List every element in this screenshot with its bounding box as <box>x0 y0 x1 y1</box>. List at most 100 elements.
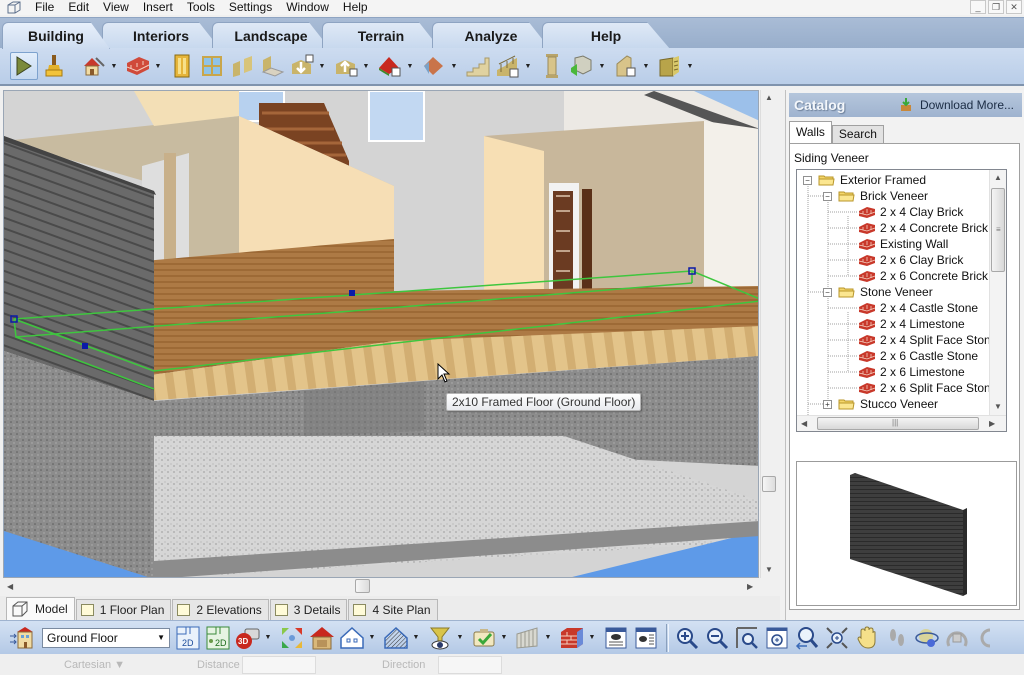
menu-view[interactable]: View <box>96 0 136 15</box>
tab-help[interactable]: Help <box>542 22 670 49</box>
brick-cube-button[interactable] <box>558 624 586 652</box>
tab-search[interactable]: Search <box>831 125 884 143</box>
foundation-tool-button[interactable] <box>612 52 640 80</box>
house-wizard-button[interactable] <box>80 52 108 80</box>
scroll-right-arrow-icon[interactable]: ▶ <box>989 419 995 428</box>
floor-manager-button[interactable] <box>8 624 36 652</box>
menu-tools[interactable]: Tools <box>180 0 222 15</box>
close-button[interactable]: ✕ <box>1006 0 1022 14</box>
viewport-vertical-scrollbar[interactable]: ▲ ▼ <box>760 90 777 578</box>
dropdown-arrow[interactable]: ▼ <box>598 63 606 70</box>
dropdown-arrow[interactable]: ▼ <box>362 63 370 70</box>
dropdown-arrow[interactable]: ▼ <box>500 634 508 641</box>
display-list-button[interactable] <box>632 624 660 652</box>
wall-opening-button[interactable] <box>228 52 256 80</box>
tree-folder[interactable]: + Stucco Veneer <box>823 396 938 412</box>
filter-eye-button[interactable] <box>426 624 454 652</box>
collapse-icon[interactable]: − <box>823 287 832 297</box>
collapse-icon[interactable]: − <box>803 175 812 185</box>
tree-folder[interactable]: − Brick Veneer <box>823 188 928 204</box>
walk-button[interactable] <box>883 624 911 652</box>
viewport-horizontal-scrollbar[interactable]: ◀ ▶ <box>3 578 777 595</box>
minimize-button[interactable]: _ <box>970 0 986 14</box>
restore-button[interactable]: ❐ <box>988 0 1004 14</box>
stairs-tool-button[interactable] <box>464 52 492 80</box>
tab-details[interactable]: 3 Details <box>269 599 348 620</box>
floor-tool-button[interactable] <box>258 52 286 80</box>
tree-item[interactable]: 2 x 6 Clay Brick <box>843 252 963 268</box>
roof-tool-button[interactable] <box>376 52 404 80</box>
railing-stairs-button[interactable] <box>494 52 522 80</box>
dropdown-arrow[interactable]: ▼ <box>450 63 458 70</box>
collapse-icon[interactable]: − <box>823 191 832 201</box>
tab-analyze[interactable]: Analyze <box>432 22 550 49</box>
wall-tool-button[interactable] <box>124 52 152 80</box>
menu-insert[interactable]: Insert <box>136 0 180 15</box>
tree-hscroll-thumb[interactable]: ||| <box>817 417 979 430</box>
scroll-left-arrow-icon[interactable]: ◀ <box>7 582 13 591</box>
expand-icon[interactable]: + <box>823 399 832 409</box>
dropdown-arrow[interactable]: ▼ <box>412 634 420 641</box>
floor-up-button[interactable] <box>332 52 360 80</box>
tab-model[interactable]: Model <box>6 597 75 620</box>
display-settings-button[interactable] <box>602 624 630 652</box>
tree-item[interactable]: 2 x 4 Split Face Stone <box>843 332 997 348</box>
tab-walls[interactable]: Walls <box>789 121 832 144</box>
house-outline-button[interactable] <box>338 624 366 652</box>
direction-field[interactable] <box>438 656 502 674</box>
select-tool-button[interactable] <box>10 52 38 80</box>
tree-vertical-scrollbar[interactable]: ▲ ≡ ▼ <box>989 170 1006 416</box>
paint-tool-button[interactable] <box>40 52 68 80</box>
tab-interiors[interactable]: Interiors <box>102 22 220 49</box>
dropdown-arrow[interactable]: ▼ <box>264 634 272 641</box>
scroll-thumb[interactable] <box>355 579 370 593</box>
dropdown-arrow[interactable]: ▼ <box>524 63 532 70</box>
menu-file[interactable]: File <box>28 0 61 15</box>
door-tool-button[interactable] <box>168 52 196 80</box>
scroll-up-arrow-icon[interactable]: ▲ <box>765 93 773 102</box>
zoom-window-button[interactable] <box>763 624 791 652</box>
distance-field[interactable] <box>242 656 316 674</box>
tree-item[interactable]: 2 x 4 Concrete Brick <box>843 220 988 236</box>
floor-down-button[interactable] <box>288 52 316 80</box>
selection-handle[interactable] <box>82 343 88 349</box>
tree-item[interactable]: 2 x 6 Split Face Stone <box>843 380 997 396</box>
deck-tool-button[interactable] <box>568 52 596 80</box>
house-hatch-button[interactable] <box>382 624 410 652</box>
selection-handle[interactable] <box>349 290 355 296</box>
dropdown-arrow[interactable]: ▼ <box>544 634 552 641</box>
dropdown-arrow[interactable]: ▼ <box>154 63 162 70</box>
tree-folder[interactable]: − Stone Veneer <box>823 284 933 300</box>
rotate-view-button[interactable] <box>943 624 971 652</box>
dollhouse-button[interactable] <box>308 624 336 652</box>
floor-select[interactable]: Ground Floor ▼ <box>42 627 170 648</box>
dropdown-arrow[interactable]: ▼ <box>368 634 376 641</box>
zoom-out-button[interactable] <box>703 624 731 652</box>
zoom-in-button[interactable] <box>673 624 701 652</box>
plan-2d-people-button[interactable]: 2D <box>204 624 232 652</box>
zoom-fit-button[interactable] <box>823 624 851 652</box>
orbit-button[interactable] <box>913 624 941 652</box>
pan-button[interactable] <box>853 624 881 652</box>
scroll-down-arrow-icon[interactable]: ▼ <box>765 565 773 574</box>
tab-building[interactable]: Building <box>2 22 110 49</box>
dropdown-arrow[interactable]: ▼ <box>686 63 694 70</box>
tree-item[interactable]: 2 x 4 Clay Brick <box>843 204 963 220</box>
tree-scroll-thumb[interactable]: ≡ <box>991 188 1005 272</box>
camera-3d-button[interactable]: 3D <box>234 624 262 652</box>
dropdown-arrow[interactable]: ▼ <box>588 634 596 641</box>
tree-item[interactable]: 2 x 6 Castle Stone <box>843 348 978 364</box>
dropdown-arrow[interactable]: ▼ <box>406 63 414 70</box>
window-tool-button[interactable] <box>198 52 226 80</box>
plan-2d-button[interactable]: 2D <box>174 624 202 652</box>
menu-help[interactable]: Help <box>336 0 375 15</box>
tree-horizontal-scrollbar[interactable]: ◀ ||| ▶ <box>797 415 1006 431</box>
column-tool-button[interactable] <box>538 52 566 80</box>
menu-settings[interactable]: Settings <box>222 0 279 15</box>
zoom-extents-button[interactable] <box>733 624 761 652</box>
tab-landscape[interactable]: Landscape <box>212 22 330 49</box>
partial-tool-button[interactable] <box>973 624 1001 652</box>
roof-texture-button[interactable] <box>420 52 448 80</box>
tree-item[interactable]: Existing Wall <box>843 236 948 252</box>
camera-check-button[interactable] <box>470 624 498 652</box>
